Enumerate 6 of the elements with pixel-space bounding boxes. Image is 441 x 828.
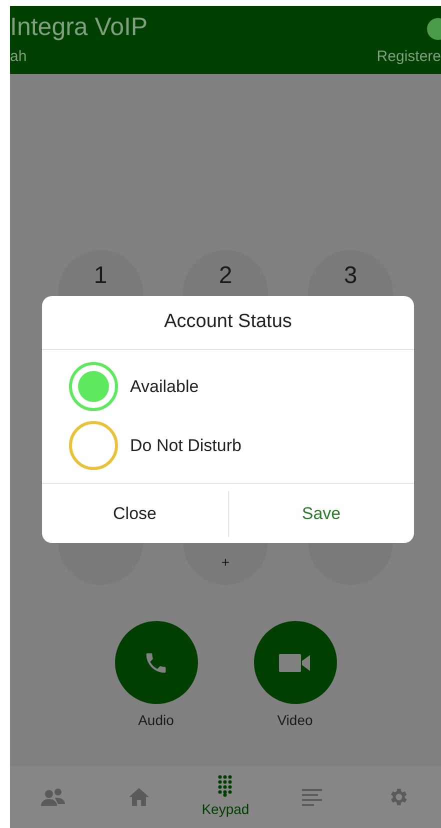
registration-status: Registere — [376, 46, 441, 66]
call-label: Video — [277, 711, 313, 730]
call-label: Audio — [138, 711, 174, 730]
account-name: ah — [10, 46, 27, 66]
app-title: Integra VoIP — [10, 12, 148, 42]
dialog-title: Account Status — [42, 296, 414, 350]
